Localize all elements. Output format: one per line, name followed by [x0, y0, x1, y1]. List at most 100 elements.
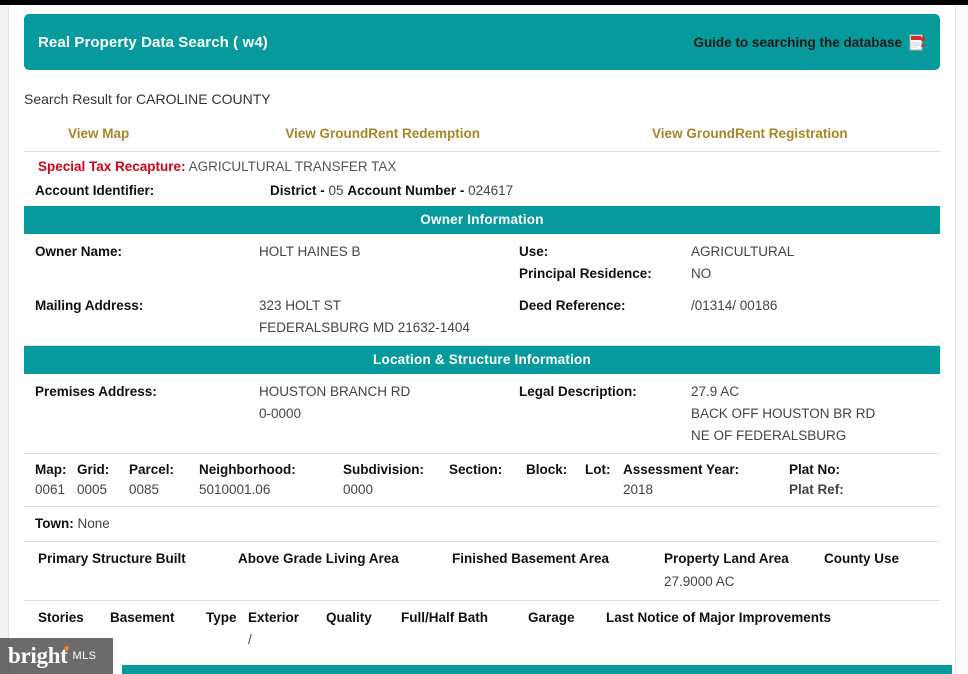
page-gutter-right [955, 5, 968, 674]
rooms-value-basement [110, 629, 206, 654]
watermark-accent-dot [63, 646, 69, 651]
district-label: District - [270, 183, 325, 198]
rooms-header-garage: Garage [528, 610, 575, 625]
location-structure-section-header: Location & Structure Information [24, 346, 940, 374]
owner-information-section-header: Owner Information [24, 206, 940, 234]
use-value: AGRICULTURAL [691, 244, 795, 259]
structure-header-property-land-area: Property Land Area [664, 551, 789, 566]
parcel-header-section: Section: [449, 462, 503, 477]
parcel-header-parcel: Parcel: [129, 462, 175, 477]
parcel-value-map: 0061 [35, 482, 66, 497]
legal-description-value: 27.9 AC BACK OFF HOUSTON BR RD NE OF FED… [691, 381, 931, 447]
principal-residence-label: Principal Residence: [519, 266, 652, 281]
guide-to-searching-link[interactable]: Guide to searching the database [693, 35, 902, 50]
legal-description-label: Legal Description: [519, 384, 637, 399]
mailing-address-value: 323 HOLT ST FEDERALSBURG MD 21632-1404 [259, 295, 519, 339]
rooms-header-exterior: Exterior [248, 610, 300, 625]
deed-reference-value: /01314/ 00186 [691, 298, 778, 313]
special-tax-recapture-value: AGRICULTURAL TRANSFER TAX [188, 159, 397, 174]
structure-header-primary-structure-built: Primary Structure Built [38, 551, 186, 566]
premises-address-row: Premises Address: HOUSTON BRANCH RD 0-00… [24, 381, 940, 447]
rooms-header-last-notice-major-improvements: Last Notice of Major Improvements [606, 610, 832, 625]
table-row: 0061 0005 0085 5010001.06 0000 2018 Plat… [24, 480, 940, 507]
pdf-icon[interactable] [909, 34, 926, 51]
mailing-address-label: Mailing Address: [35, 298, 144, 313]
premises-address-label: Premises Address: [35, 384, 157, 399]
special-tax-recapture-label: Special Tax Recapture: [38, 159, 186, 174]
legal-description-line3: NE OF FEDERALSBURG [691, 428, 847, 443]
structure-value-primary-structure-built [24, 570, 238, 601]
rooms-value-full-half-bath [401, 629, 528, 654]
principal-residence-value: NO [691, 266, 712, 281]
premises-address-value: HOUSTON BRANCH RD 0-0000 [259, 381, 519, 425]
app-title-bar: Real Property Data Search ( w4) Guide to… [24, 14, 940, 70]
principal-residence-row: Principal Residence: NO [24, 263, 940, 285]
title-bar-right-group: Guide to searching the database [693, 34, 926, 51]
legal-description-line2: BACK OFF HOUSTON BR RD [691, 406, 876, 421]
town-value: None [77, 516, 110, 531]
structure-table-header-row: Primary Structure Built Above Grade Livi… [24, 542, 940, 570]
parcel-header-plat-no: Plat No: [789, 462, 841, 477]
town-row: Town: None [24, 507, 940, 542]
structure-value-above-grade-living-area [238, 570, 452, 601]
view-groundrent-redemption-link[interactable]: View GroundRent Redemption [285, 126, 480, 141]
account-identifier-label: Account Identifier: [35, 183, 155, 198]
page-body: Real Property Data Search ( w4) Guide to… [9, 5, 955, 674]
view-map-link[interactable]: View Map [68, 126, 129, 141]
parcel-table-header-row: Map: Grid: Parcel: Neighborhood: Subdivi… [24, 454, 940, 480]
town-label: Town: [35, 516, 74, 531]
table-row: / [24, 629, 940, 654]
structure-header-above-grade-living-area: Above Grade Living Area [238, 551, 399, 566]
parcel-value-parcel: 0085 [129, 482, 160, 497]
account-number-value: 024617 [468, 183, 514, 198]
parcel-value-plat-ref-label: Plat Ref: [789, 482, 844, 497]
main-content: Search Result for CAROLINE COUNTY View M… [24, 83, 940, 654]
account-number-label: Account Number - [347, 183, 465, 198]
bright-mls-watermark: bright MLS [0, 638, 113, 674]
parcel-value-block [526, 480, 585, 507]
rooms-value-garage [528, 629, 606, 654]
structure-header-finished-basement-area: Finished Basement Area [452, 551, 610, 566]
view-groundrent-registration-link[interactable]: View GroundRent Registration [652, 126, 848, 141]
rooms-value-quality [326, 629, 401, 654]
owner-name-row: Owner Name: HOLT HAINES B Use: AGRICULTU… [24, 241, 940, 263]
account-identifier-row: Account Identifier: District - 05 Accoun… [24, 180, 940, 206]
parcel-value-grid: 0005 [77, 482, 108, 497]
parcel-value-section [449, 480, 526, 507]
premises-address-line2: 0-0000 [259, 406, 302, 421]
mailing-address-line2: FEDERALSBURG MD 21632-1404 [259, 320, 470, 335]
parcel-identification-table: Map: Grid: Parcel: Neighborhood: Subdivi… [24, 454, 940, 507]
parcel-value-neighborhood: 5010001.06 [199, 482, 271, 497]
parcel-header-subdivision: Subdivision: [343, 462, 424, 477]
rooms-table-header-row: Stories Basement Type Exterior Quality F… [24, 601, 940, 629]
rooms-header-full-half-bath: Full/Half Bath [401, 610, 488, 625]
parcel-header-assessment-year: Assessment Year: [623, 462, 740, 477]
page-title: Real Property Data Search ( w4) [38, 33, 268, 51]
parcel-header-block: Block: [526, 462, 568, 477]
rooms-detail-table: Stories Basement Type Exterior Quality F… [24, 601, 940, 654]
parcel-header-lot: Lot: [585, 462, 611, 477]
owner-name-label: Owner Name: [35, 244, 123, 259]
watermark-bright-text: bright [8, 643, 69, 669]
footer-teal-bar [122, 665, 952, 674]
special-tax-recapture-row: Special Tax Recapture: AGRICULTURAL TRAN… [24, 152, 940, 180]
search-result-heading: Search Result for CAROLINE COUNTY [24, 91, 271, 107]
rooms-header-basement: Basement [110, 610, 175, 625]
rooms-header-quality: Quality [326, 610, 372, 625]
watermark-mls-label: MLS [72, 650, 97, 662]
deed-reference-label: Deed Reference: [519, 298, 626, 313]
location-structure-block: Premises Address: HOUSTON BRANCH RD 0-00… [24, 374, 940, 454]
structure-value-finished-basement-area [452, 570, 664, 601]
legal-description-line1: 27.9 AC [691, 384, 740, 399]
mailing-address-row: Mailing Address: 323 HOLT ST FEDERALSBUR… [24, 295, 940, 339]
use-label: Use: [519, 244, 549, 259]
rooms-header-type: Type [206, 610, 237, 625]
view-links-row: View Map View GroundRent Redemption View… [24, 115, 940, 152]
mailing-address-line1: 323 HOLT ST [259, 298, 342, 313]
parcel-header-grid: Grid: [77, 462, 110, 477]
rooms-header-stories: Stories [38, 610, 84, 625]
owner-name-value: HOLT HAINES B [259, 244, 361, 259]
table-row: 27.9000 AC [24, 570, 940, 601]
parcel-value-assessment-year: 2018 [623, 482, 654, 497]
parcel-header-neighborhood: Neighborhood: [199, 462, 296, 477]
